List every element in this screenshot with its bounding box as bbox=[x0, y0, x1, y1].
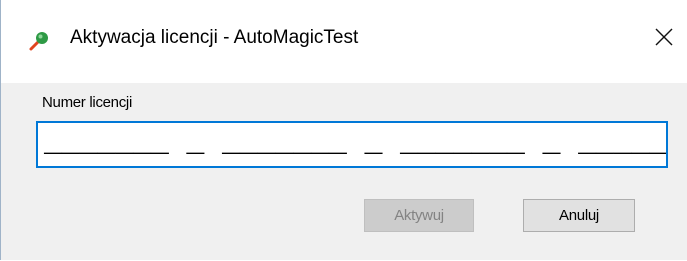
window-title: Aktywacja licencji - AutoMagicTest bbox=[70, 27, 359, 48]
dialog-body: Numer licencji _______ _ _______ _ _____… bbox=[1, 83, 687, 260]
close-icon bbox=[655, 28, 673, 51]
activate-button[interactable]: Aktywuj bbox=[364, 199, 474, 232]
cancel-button[interactable]: Anuluj bbox=[523, 199, 635, 232]
license-activation-dialog: Aktywacja licencji - AutoMagicTest Numer… bbox=[0, 0, 687, 260]
title-bar[interactable]: Aktywacja licencji - AutoMagicTest bbox=[1, 0, 687, 83]
license-number-input[interactable]: _______ _ _______ _ _______ _ _______ _ … bbox=[36, 121, 668, 168]
license-number-label: Numer licencji bbox=[42, 94, 132, 111]
app-icon bbox=[28, 30, 50, 52]
close-button[interactable] bbox=[641, 16, 687, 62]
